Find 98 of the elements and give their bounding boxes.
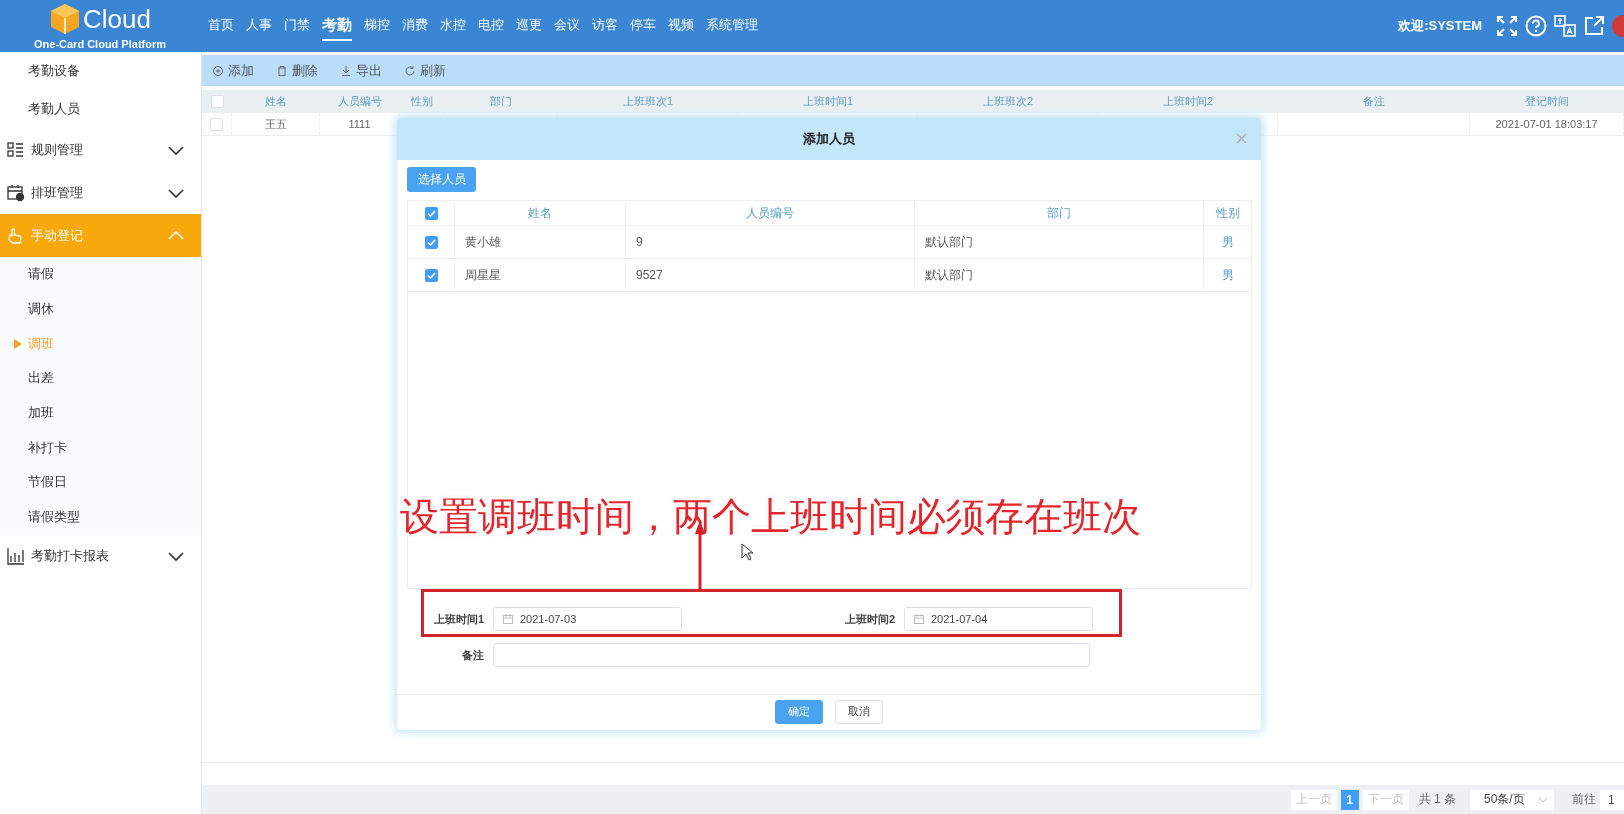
- help-icon[interactable]: [1525, 15, 1547, 37]
- sidebar-group[interactable]: 考勤打卡报表: [0, 534, 201, 578]
- cursor-icon: [741, 543, 755, 561]
- checkbox[interactable]: [424, 206, 438, 220]
- sidebar-item[interactable]: 考勤人员: [0, 90, 201, 128]
- logo-icon: [49, 2, 82, 35]
- column-header[interactable]: 部门: [444, 94, 558, 109]
- nav-tab[interactable]: 巡更: [516, 11, 542, 41]
- table-cell: 周星星: [455, 259, 626, 291]
- column-header[interactable]: 上班班次1: [558, 94, 738, 109]
- table-cell: 2021-07-01 18:03:17: [1470, 113, 1624, 135]
- column-header[interactable]: 人员编号: [626, 201, 915, 225]
- sidebar-subitem[interactable]: 出差: [0, 361, 201, 396]
- bar-chart-icon: [7, 547, 25, 565]
- toolbar-button[interactable]: 删除: [276, 61, 318, 80]
- date-field[interactable]: 2021-07-04: [904, 607, 1093, 631]
- annotation-caption: 设置调班时间，两个上班时间必须存在班次: [398, 493, 1142, 541]
- nav-tab[interactable]: 人事: [246, 11, 272, 41]
- refresh-icon: [404, 64, 416, 77]
- column-header[interactable]: 人员编号: [320, 94, 400, 109]
- nav-tab[interactable]: 梯控: [364, 11, 390, 41]
- sidebar-group[interactable]: 规则管理: [0, 128, 201, 171]
- fullscreen-icon[interactable]: [1496, 15, 1518, 37]
- nav-tab[interactable]: 访客: [592, 11, 618, 41]
- dialog-title: 添加人员: [803, 130, 855, 148]
- sidebar-subitem[interactable]: 加班: [0, 395, 201, 431]
- sidebar-subitem[interactable]: 补打卡: [0, 430, 201, 466]
- table-cell: 9: [626, 226, 915, 258]
- nav-tab[interactable]: 视频: [668, 11, 694, 41]
- cancel-button[interactable]: 取消: [835, 699, 883, 724]
- translate-icon[interactable]: [1554, 15, 1576, 37]
- nav-tab[interactable]: 停车: [630, 11, 656, 41]
- sidebar-subitem[interactable]: 节假日: [0, 465, 201, 500]
- sidebar-subitem[interactable]: 调班: [0, 326, 201, 362]
- list-icon: [7, 140, 25, 159]
- calendar-icon: [503, 614, 513, 624]
- table-cell-text: 男: [1220, 233, 1235, 251]
- remark-field[interactable]: [493, 643, 1090, 667]
- caret-icon: [1538, 796, 1548, 803]
- nav-tab[interactable]: 门禁: [284, 11, 310, 41]
- nav-tab[interactable]: 电控: [478, 11, 504, 41]
- table-cell: 黄小雄: [455, 226, 626, 258]
- column-header[interactable]: 上班时间2: [1098, 94, 1278, 109]
- checkbox[interactable]: [424, 235, 438, 249]
- trash-icon: [276, 64, 288, 77]
- sidebar-group[interactable]: 手动登记: [0, 214, 201, 257]
- confirm-button[interactable]: 确定: [775, 699, 823, 724]
- total-count: 共 1 条: [1418, 791, 1456, 808]
- table-cell-text: 男: [1220, 266, 1235, 284]
- goto-label: 前往: [1572, 791, 1596, 808]
- column-header[interactable]: 性别: [400, 94, 444, 109]
- nav-tab[interactable]: 消费: [402, 11, 428, 41]
- sidebar-group[interactable]: 排班管理: [0, 171, 201, 214]
- nav-tab[interactable]: 会议: [554, 11, 580, 41]
- logo-text: Cloud: [83, 4, 151, 33]
- table-cell: 王五: [232, 113, 320, 135]
- table-cell: 9527: [626, 259, 915, 291]
- column-header[interactable]: 上班时间1: [738, 94, 918, 109]
- column-header[interactable]: 备注: [1278, 94, 1470, 109]
- page-size-select[interactable]: 50条/页: [1470, 789, 1554, 810]
- select-people-button[interactable]: 选择人员: [407, 167, 476, 192]
- sidebar-item[interactable]: 考勤设备: [0, 52, 201, 90]
- date-field[interactable]: 2021-07-03: [493, 607, 682, 631]
- logo-subtitle: One-Card Cloud Platform: [34, 37, 166, 50]
- toolbar-button[interactable]: 导出: [340, 61, 382, 80]
- download-icon: [340, 64, 352, 77]
- column-header[interactable]: 部门: [915, 201, 1204, 225]
- welcome-text: 欢迎:SYSTEM: [1398, 17, 1482, 35]
- toolbar-button[interactable]: 添加: [212, 61, 254, 80]
- table-cell: 默认部门: [915, 226, 1204, 258]
- checkbox[interactable]: [424, 268, 438, 282]
- sidebar-subitem[interactable]: 请假: [0, 257, 201, 292]
- calendar-icon: [914, 614, 924, 624]
- column-header[interactable]: 上班班次2: [918, 94, 1098, 109]
- status-icon[interactable]: [1612, 15, 1624, 37]
- nav-tab[interactable]: 首页: [208, 11, 234, 41]
- add-icon: [212, 64, 224, 77]
- field-label: 备注: [461, 647, 484, 663]
- chevron-down-icon: [167, 549, 185, 563]
- nav-tab[interactable]: 水控: [440, 11, 466, 41]
- column-header[interactable]: 姓名: [455, 201, 626, 225]
- sidebar-subitem[interactable]: 请假类型: [0, 499, 201, 535]
- field-label: 上班时间1: [432, 611, 484, 627]
- field-label: 上班时间2: [843, 611, 895, 627]
- table-cell: 默认部门: [915, 259, 1204, 291]
- toolbar-button[interactable]: 刷新: [404, 61, 446, 80]
- goto-page-input[interactable]: 1: [1600, 789, 1624, 810]
- page-number[interactable]: 1: [1340, 789, 1359, 810]
- selected-arrow-icon: [14, 338, 22, 349]
- calendar-icon: [7, 183, 25, 202]
- sidebar-subitem[interactable]: 调休: [0, 291, 201, 327]
- nav-tab[interactable]: 考勤: [322, 11, 352, 41]
- external-link-icon[interactable]: [1583, 15, 1605, 37]
- column-header[interactable]: 姓名: [232, 94, 320, 109]
- column-header[interactable]: 性别: [1204, 201, 1251, 225]
- nav-tab[interactable]: 系统管理: [706, 11, 758, 41]
- column-header[interactable]: 登记时间: [1470, 94, 1624, 109]
- close-icon[interactable]: [1236, 133, 1247, 144]
